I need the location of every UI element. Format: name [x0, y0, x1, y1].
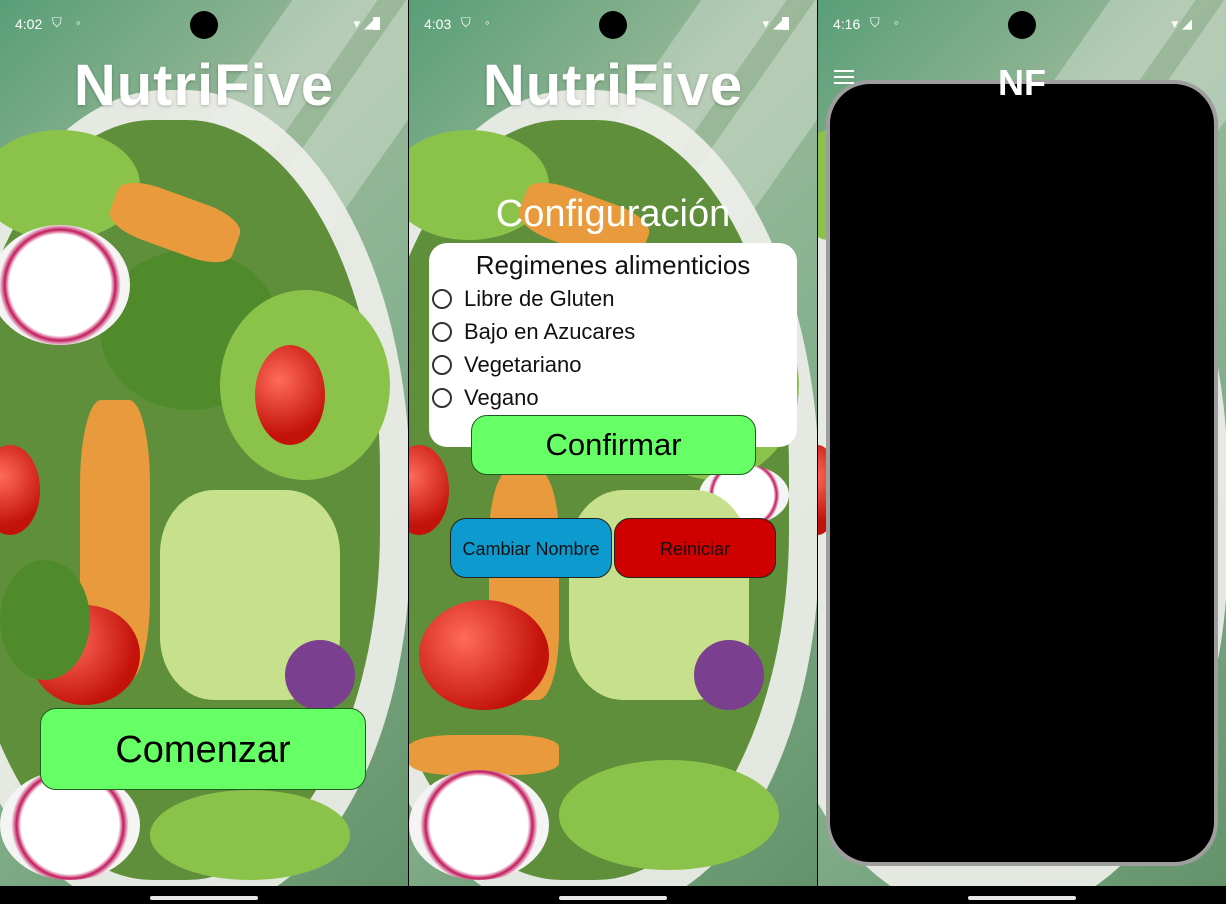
front-camera	[1008, 11, 1036, 39]
screen-configuration: 4:03 ⛉ ◦ ▾◢ NutriFive Configuración Regi…	[409, 0, 817, 904]
app-title: NutriFive	[482, 53, 744, 118]
battery-icon	[373, 17, 380, 30]
front-camera	[190, 11, 218, 39]
notification-icon: ◦	[485, 15, 490, 30]
option-label: Vegano	[464, 385, 539, 410]
confirm-button[interactable]: Confirmar	[471, 415, 756, 475]
notification-icon: ◦	[894, 15, 899, 30]
navigation-bar	[409, 886, 817, 904]
shield-icon: ⛉	[461, 15, 471, 30]
option-gluten-free[interactable]: Libre de Gluten	[432, 284, 614, 314]
radio-button[interactable]	[432, 322, 452, 342]
config-title: Configuración	[495, 193, 731, 235]
content-frame	[826, 80, 1218, 866]
home-gesture-handle[interactable]	[150, 896, 258, 900]
signal-icons: ▾◢	[1171, 16, 1196, 31]
option-vegetarian[interactable]: Vegetariano	[432, 350, 581, 380]
front-camera	[599, 11, 627, 39]
status-bar: 4:16 ⛉ ◦ ▾◢	[818, 0, 1226, 50]
navigation-bar	[818, 886, 1226, 904]
radio-button[interactable]	[432, 388, 452, 408]
option-label: Bajo en Azucares	[464, 319, 636, 344]
option-vegan[interactable]: Vegano	[432, 383, 539, 413]
home-gesture-handle[interactable]	[559, 896, 667, 900]
app-title-short: NF	[998, 62, 1046, 103]
start-button[interactable]: Comenzar	[40, 708, 366, 790]
radio-button[interactable]	[432, 289, 452, 309]
panel-heading: Regimenes alimenticios	[475, 250, 751, 280]
navigation-bar	[0, 886, 408, 904]
shield-icon: ⛉	[870, 15, 880, 30]
reset-button[interactable]: Reiniciar	[614, 518, 776, 578]
app-title: NutriFive	[73, 53, 335, 118]
notification-icon: ◦	[76, 15, 81, 30]
change-name-button[interactable]: Cambiar Nombre	[450, 518, 612, 578]
status-time: 4:02	[15, 16, 43, 32]
status-time: 4:03	[424, 16, 452, 32]
battery-icon	[782, 17, 789, 30]
status-bar: 4:02 ⛉ ◦ ▾◢	[0, 0, 408, 50]
shield-icon: ⛉	[52, 15, 62, 30]
option-label: Libre de Gluten	[464, 286, 615, 311]
option-label: Vegetariano	[464, 352, 582, 377]
home-gesture-handle[interactable]	[968, 896, 1076, 900]
radio-button[interactable]	[432, 355, 452, 375]
status-bar: 4:03 ⛉ ◦ ▾◢	[409, 0, 817, 50]
screen-main: 4:16 ⛉ ◦ ▾◢ NF	[818, 0, 1226, 904]
screen-welcome: 4:02 ⛉ ◦ ▾◢ NutriFive Comenzar	[0, 0, 408, 904]
status-time: 4:16	[833, 16, 861, 32]
option-low-sugar[interactable]: Bajo en Azucares	[432, 317, 635, 347]
